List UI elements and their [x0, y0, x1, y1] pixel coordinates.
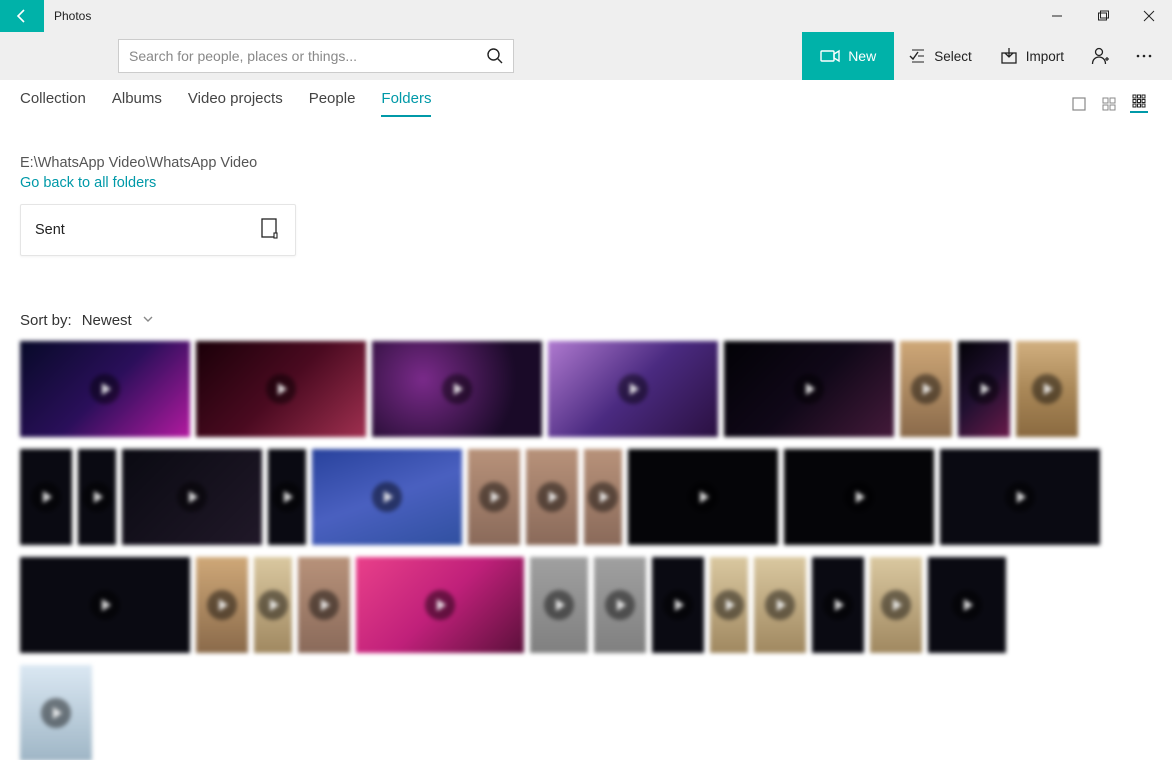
folder-icon: [259, 217, 281, 244]
video-thumbnail[interactable]: [20, 449, 72, 545]
view-small-button[interactable]: [1130, 95, 1148, 113]
tab-video-projects[interactable]: Video projects: [188, 90, 283, 117]
minimize-button[interactable]: [1034, 0, 1080, 32]
thumbnail-grid: [20, 341, 1152, 760]
video-thumbnail[interactable]: [312, 449, 462, 545]
single-view-icon: [1072, 97, 1086, 111]
tab-people[interactable]: People: [309, 90, 356, 117]
video-thumbnail[interactable]: [928, 557, 1006, 653]
video-thumbnail[interactable]: [268, 449, 306, 545]
header: New Select Import: [0, 32, 1172, 80]
maximize-icon: [1097, 10, 1109, 22]
person-icon: [1090, 46, 1110, 66]
import-button-label: Import: [1026, 49, 1064, 64]
video-thumbnail[interactable]: [584, 449, 622, 545]
sort-value: Newest: [82, 312, 132, 329]
ellipsis-icon: [1135, 47, 1153, 65]
new-button[interactable]: New: [802, 32, 894, 80]
video-thumbnail[interactable]: [20, 557, 190, 653]
video-thumbnail[interactable]: [122, 449, 262, 545]
sort-label: Sort by:: [20, 312, 72, 329]
select-button[interactable]: Select: [894, 32, 986, 80]
video-thumbnail[interactable]: [1016, 341, 1078, 437]
video-thumbnail[interactable]: [298, 557, 350, 653]
video-thumbnail[interactable]: [468, 449, 520, 545]
video-thumbnail[interactable]: [196, 341, 366, 437]
video-thumbnail[interactable]: [652, 557, 704, 653]
video-thumbnail[interactable]: [356, 557, 524, 653]
video-thumbnail[interactable]: [20, 665, 92, 760]
subfolder-card[interactable]: Sent: [20, 204, 296, 256]
sort-control[interactable]: Sort by: Newest: [20, 312, 1152, 329]
video-thumbnail[interactable]: [548, 341, 718, 437]
tab-collection[interactable]: Collection: [20, 90, 86, 117]
more-button[interactable]: [1122, 32, 1166, 80]
video-thumbnail[interactable]: [78, 449, 116, 545]
view-single-button[interactable]: [1070, 95, 1088, 113]
video-thumbnail[interactable]: [724, 341, 894, 437]
tab-albums[interactable]: Albums: [112, 90, 162, 117]
tab-folders[interactable]: Folders: [381, 90, 431, 117]
select-icon: [908, 47, 926, 65]
import-icon: [1000, 47, 1018, 65]
video-thumbnail[interactable]: [530, 557, 588, 653]
close-button[interactable]: [1126, 0, 1172, 32]
tabs: Collection Albums Video projects People Fold…: [0, 80, 1172, 117]
app-title: Photos: [44, 0, 101, 32]
video-thumbnail[interactable]: [940, 449, 1100, 545]
video-thumbnail[interactable]: [784, 449, 934, 545]
search-icon[interactable]: [477, 47, 513, 65]
account-button[interactable]: [1078, 32, 1122, 80]
video-thumbnail[interactable]: [710, 557, 748, 653]
import-button[interactable]: Import: [986, 32, 1078, 80]
video-thumbnail[interactable]: [900, 341, 952, 437]
grid-2x2-icon: [1102, 97, 1116, 111]
grid-3x3-icon: [1132, 94, 1146, 108]
new-button-label: New: [848, 48, 876, 64]
video-thumbnail[interactable]: [958, 341, 1010, 437]
titlebar: Photos: [0, 0, 1172, 32]
video-thumbnail[interactable]: [812, 557, 864, 653]
video-thumbnail[interactable]: [254, 557, 292, 653]
content: E:\WhatsApp Video\WhatsApp Video Go back…: [0, 117, 1172, 760]
video-thumbnail[interactable]: [594, 557, 646, 653]
search-box[interactable]: [118, 39, 514, 73]
subfolder-name: Sent: [35, 222, 65, 238]
arrow-left-icon: [14, 8, 30, 24]
video-thumbnail[interactable]: [196, 557, 248, 653]
minimize-icon: [1051, 10, 1063, 22]
video-thumbnail[interactable]: [526, 449, 578, 545]
search-input[interactable]: [119, 48, 477, 64]
back-button[interactable]: [0, 0, 44, 32]
select-button-label: Select: [934, 49, 972, 64]
video-thumbnail[interactable]: [372, 341, 542, 437]
video-thumbnail[interactable]: [20, 341, 190, 437]
back-to-folders-link[interactable]: Go back to all folders: [20, 175, 156, 191]
chevron-down-icon: [142, 312, 154, 329]
video-thumbnail[interactable]: [870, 557, 922, 653]
breadcrumb: E:\WhatsApp Video\WhatsApp Video: [20, 155, 1152, 171]
video-thumbnail[interactable]: [628, 449, 778, 545]
video-thumbnail[interactable]: [754, 557, 806, 653]
new-video-icon: [820, 46, 840, 66]
close-icon: [1143, 10, 1155, 22]
maximize-button[interactable]: [1080, 0, 1126, 32]
view-medium-button[interactable]: [1100, 95, 1118, 113]
